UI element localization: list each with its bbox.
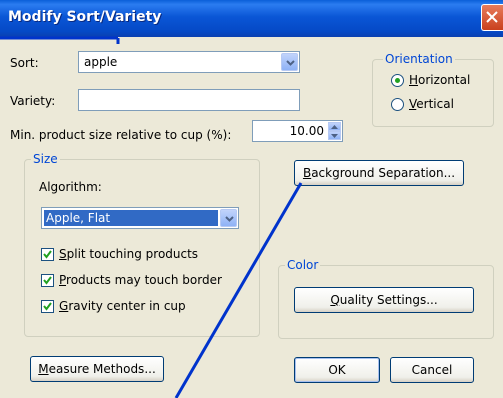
- annotation-line-diagonal: [174, 182, 303, 398]
- annotation-lines: [0, 36, 303, 398]
